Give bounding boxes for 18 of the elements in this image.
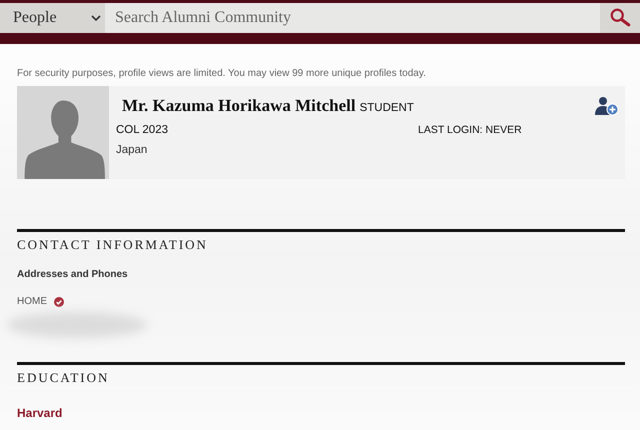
chevron-icon (91, 15, 101, 21)
section-heading: CONTACT INFORMATION (17, 237, 209, 253)
search-button[interactable] (600, 3, 640, 33)
scope-dropdown[interactable]: People (0, 3, 105, 33)
subsection-heading: Addresses and Phones (17, 269, 129, 280)
profile-name: Mr. Kazuma Horikawa Mitchell (122, 96, 356, 116)
location-text: Japan (116, 144, 148, 156)
search-field[interactable]: Search Alumni Community (105, 3, 600, 33)
section-heading: EDUCATION (17, 370, 110, 386)
class-year: COL 2023 (116, 124, 168, 136)
school-link[interactable]: Harvard (17, 406, 625, 420)
add-contact-icon[interactable] (595, 96, 619, 116)
search-icon (608, 7, 632, 29)
notice-text: For security purposes, profile views are limited. You may view 99 more unique profiles today. (17, 68, 427, 79)
role-label: STUDENT (360, 102, 414, 114)
address-label: HOME (17, 296, 47, 307)
last-login-text: LAST LOGIN: NEVER (418, 124, 522, 136)
check-icon (54, 296, 64, 306)
